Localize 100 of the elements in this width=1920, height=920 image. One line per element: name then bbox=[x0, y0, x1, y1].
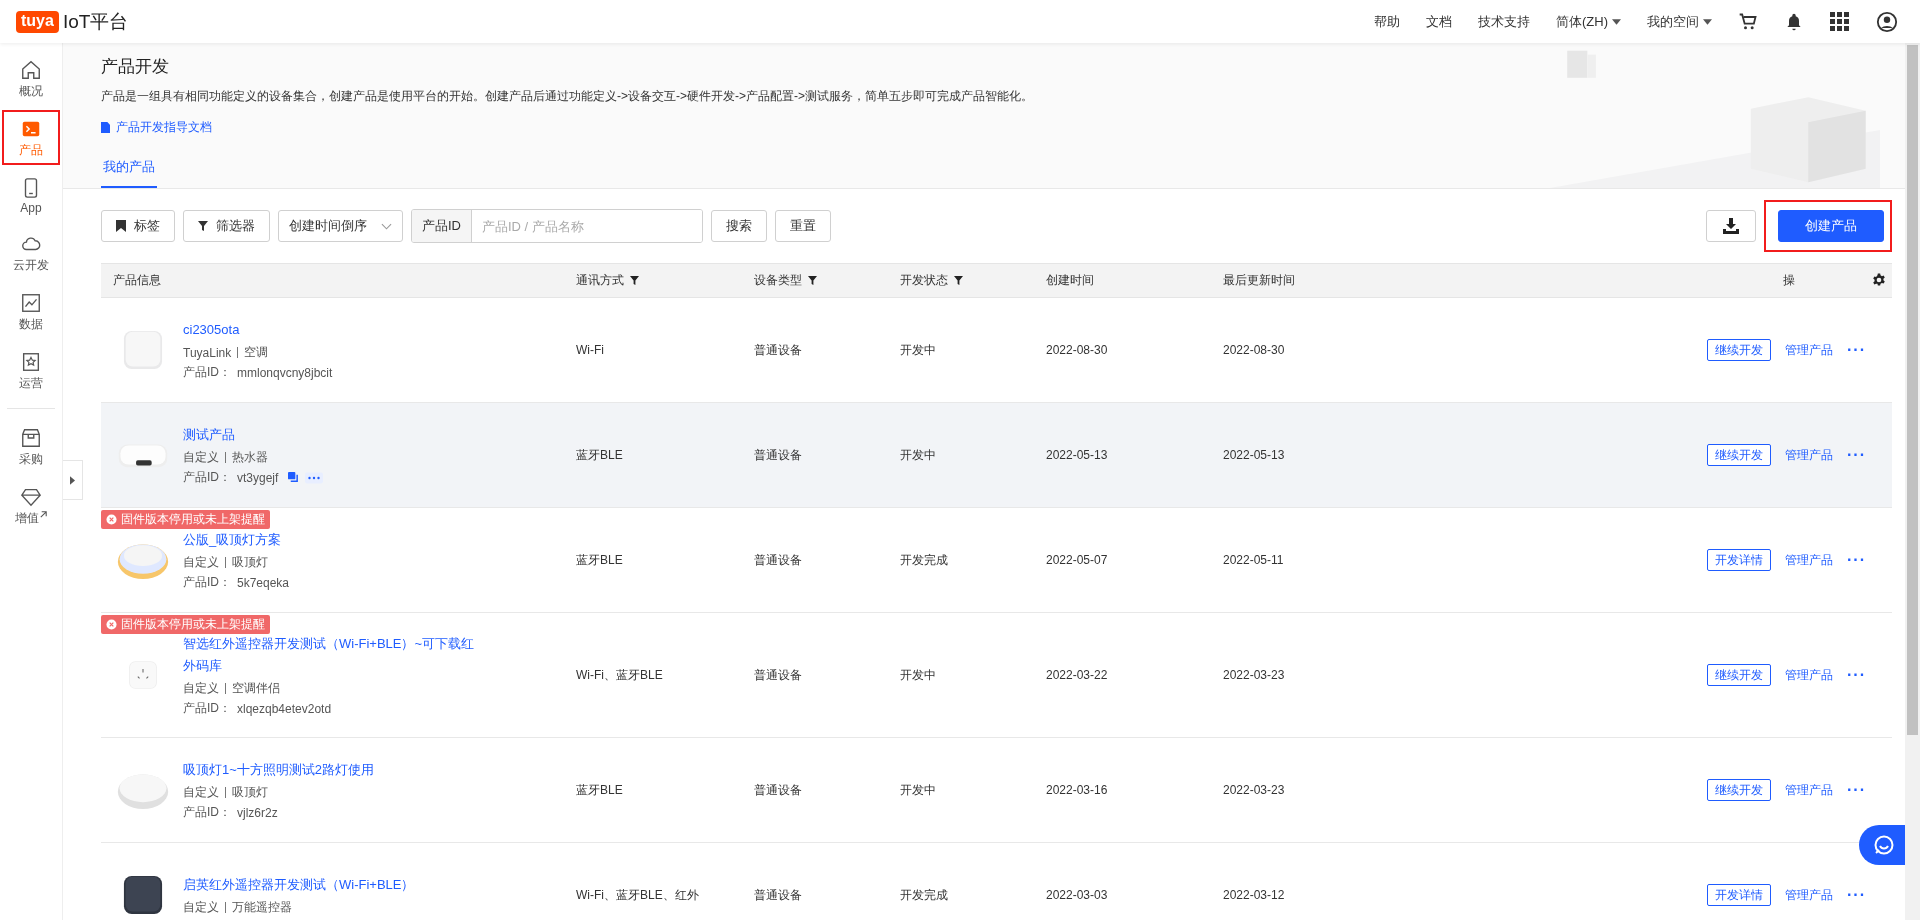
table-cell-text: 开发完成 bbox=[900, 551, 949, 569]
product-id-label: 产品ID： bbox=[183, 700, 231, 717]
table-row[interactable]: 固件版本停用或未上架提醒 公版_吸顶灯方案 自定义 吸顶灯 产品ID： 5k7eqeka 蓝牙BLE 普通设备 开发完成 2022-05-07 2022-05-11 开发详情 管理产品 ··· bbox=[101, 508, 1892, 613]
nav-link[interactable]: 我的空间 bbox=[1647, 12, 1712, 31]
column-header: 开发状态 bbox=[900, 272, 1046, 289]
manage-product-link[interactable]: 管理产品 bbox=[1785, 341, 1833, 359]
sidebar-item[interactable]: 增值 bbox=[2, 478, 60, 533]
sidebar-label: 概况 bbox=[19, 83, 43, 100]
product-category: 空调伴侣 bbox=[232, 680, 280, 697]
filter-icon[interactable] bbox=[630, 276, 639, 285]
chat-button[interactable] bbox=[1859, 825, 1905, 865]
sidebar-label: 云开发 bbox=[13, 257, 49, 274]
action-button[interactable]: 继续开发 bbox=[1707, 339, 1771, 361]
download-icon bbox=[1723, 218, 1739, 234]
sidebar-item[interactable]: 采购 bbox=[2, 419, 60, 474]
product-source: 自定义 bbox=[183, 680, 219, 697]
product-name-link[interactable]: 测试产品 bbox=[183, 424, 324, 446]
download-button[interactable] bbox=[1706, 210, 1756, 242]
table-cell-text: 2022-08-30 bbox=[1223, 343, 1286, 357]
product-name-link[interactable]: 公版_吸顶灯方案 bbox=[183, 529, 290, 551]
table-cell-text: 普通设备 bbox=[754, 446, 803, 464]
table-cell-text: 普通设备 bbox=[754, 341, 803, 359]
logo[interactable]: tuya bbox=[16, 10, 59, 33]
doc-link[interactable]: 产品开发指导文档 bbox=[101, 119, 212, 136]
chevron-down-icon bbox=[381, 222, 392, 230]
sidebar-item[interactable]: App bbox=[2, 169, 60, 221]
platform-title: IoT平台 bbox=[62, 9, 129, 34]
table-cell-text: 2022-05-07 bbox=[1046, 553, 1109, 567]
create-product-button[interactable]: 创建产品 bbox=[1778, 210, 1884, 242]
caret-icon bbox=[70, 475, 75, 485]
action-button[interactable]: 继续开发 bbox=[1707, 664, 1771, 686]
filter-button[interactable]: 筛选器 bbox=[183, 210, 270, 242]
tab[interactable]: 我的产品 bbox=[101, 152, 157, 188]
table-cell-text: 普通设备 bbox=[754, 666, 803, 684]
manage-product-link[interactable]: 管理产品 bbox=[1785, 886, 1833, 904]
table-cell-text: 2022-05-13 bbox=[1223, 448, 1286, 462]
table-cell-text: 普通设备 bbox=[754, 781, 803, 799]
close-circle-icon bbox=[106, 514, 117, 525]
column-header: 产品信息 bbox=[112, 272, 162, 289]
box-icon bbox=[20, 427, 42, 449]
table-cell-text: Wi-Fi bbox=[576, 343, 605, 357]
more-button[interactable]: ··· bbox=[1847, 886, 1866, 904]
manage-product-link[interactable]: 管理产品 bbox=[1785, 551, 1833, 569]
product-id-label: 产品ID： bbox=[183, 574, 231, 591]
copy-icon[interactable] bbox=[288, 472, 300, 483]
table-cell-text: 2022-03-12 bbox=[1223, 888, 1286, 902]
document-icon bbox=[101, 122, 110, 133]
sort-select[interactable]: 创建时间倒序 bbox=[278, 210, 403, 242]
product-name-link[interactable]: 启英红外遥控器开发测试（Wi-Fi+BLE） bbox=[183, 874, 415, 896]
apps-grid-icon[interactable] bbox=[1830, 11, 1850, 32]
filter-icon[interactable] bbox=[954, 276, 963, 285]
nav-link[interactable]: 帮助 bbox=[1374, 12, 1400, 31]
manage-product-link[interactable]: 管理产品 bbox=[1785, 781, 1833, 799]
warning-tag: 固件版本停用或未上架提醒 bbox=[101, 510, 270, 529]
product-name-link[interactable]: 智选红外遥控器开发测试（Wi-Fi+BLE）~可下载红外码库 bbox=[183, 633, 483, 677]
expand-sidebar-button[interactable] bbox=[63, 460, 83, 500]
action-button[interactable]: 继续开发 bbox=[1707, 779, 1771, 801]
nav-link[interactable]: 技术支持 bbox=[1478, 12, 1530, 31]
caret-icon bbox=[1703, 18, 1712, 25]
sidebar-item[interactable]: 概况 bbox=[2, 51, 60, 106]
more-button[interactable]: ··· bbox=[1847, 781, 1866, 799]
action-button[interactable]: 开发详情 bbox=[1707, 549, 1771, 571]
tag-button[interactable]: 标签 bbox=[101, 210, 175, 242]
sidebar-item[interactable]: 数据 bbox=[2, 284, 60, 339]
more-button[interactable]: ··· bbox=[1847, 446, 1866, 464]
table-row[interactable]: 测试产品 自定义 热水器 产品ID： vt3ygejf 蓝牙BLE 普通设备 开发中 2022-05-13 2022-05-13 继续开发 管理产品 ··· bbox=[101, 403, 1892, 508]
product-id: 5k7eqeka bbox=[237, 575, 290, 590]
sidebar-item[interactable]: 云开发 bbox=[2, 225, 60, 280]
sidebar-item[interactable]: 产品 bbox=[2, 110, 60, 165]
product-source: 自定义 bbox=[183, 784, 219, 801]
product-name-link[interactable]: ci2305ota bbox=[183, 319, 333, 341]
product-name-link[interactable]: 吸顶灯1~十方照明测试2路灯使用 bbox=[183, 759, 375, 781]
scrollbar-thumb[interactable] bbox=[1907, 45, 1918, 735]
more-button[interactable]: ··· bbox=[1847, 551, 1866, 569]
more-icon[interactable] bbox=[305, 471, 324, 484]
table-row[interactable]: 固件版本停用或未上架提醒 智选红外遥控器开发测试（Wi-Fi+BLE）~可下载红外码库 自定义 空调伴侣 产品ID： xlqezqb4etev2otd Wi-Fi、蓝牙BLE 普通设备 开发中 2022-03-22 2022-03-23 继续开发 管理产品 ··· bbox=[101, 613, 1892, 738]
manage-product-link[interactable]: 管理产品 bbox=[1785, 446, 1833, 464]
manage-product-link[interactable]: 管理产品 bbox=[1785, 666, 1833, 684]
cart-icon[interactable] bbox=[1738, 11, 1758, 32]
table-cell-text: Wi-Fi、蓝牙BLE、红外 bbox=[576, 886, 700, 904]
more-button[interactable]: ··· bbox=[1847, 666, 1866, 684]
action-button[interactable]: 继续开发 bbox=[1707, 444, 1771, 466]
column-header: 通讯方式 bbox=[576, 272, 754, 289]
search-field[interactable]: 产品ID 产品ID / 产品名称 bbox=[411, 209, 703, 243]
table-cell-text: 2022-03-16 bbox=[1046, 783, 1109, 797]
search-button[interactable]: 搜索 bbox=[711, 210, 767, 242]
table-cell-text: 普通设备 bbox=[754, 886, 803, 904]
action-button[interactable]: 开发详情 bbox=[1707, 884, 1771, 906]
nav-link[interactable]: 简体(ZH) bbox=[1556, 12, 1621, 31]
page-description: 产品是一组具有相同功能定义的设备集合，创建产品是使用平台的开始。创建产品后通过功能定义->设备交互->硬件开发->产品配置->测试服务，简单五步即可完成产品智能化。 bbox=[101, 88, 1034, 105]
nav-link[interactable]: 文档 bbox=[1426, 12, 1452, 31]
sidebar-item[interactable]: 运营 bbox=[2, 343, 60, 398]
reset-button[interactable]: 重置 bbox=[775, 210, 831, 242]
sidebar-label: 产品 bbox=[19, 142, 43, 159]
table-cell-text: 2022-03-23 bbox=[1223, 783, 1286, 797]
user-avatar-icon[interactable] bbox=[1876, 10, 1898, 33]
filter-icon[interactable] bbox=[808, 276, 817, 285]
table-cell-text: 2022-03-22 bbox=[1046, 668, 1109, 682]
settings-icon[interactable] bbox=[1872, 273, 1886, 287]
more-button[interactable]: ··· bbox=[1847, 341, 1866, 359]
